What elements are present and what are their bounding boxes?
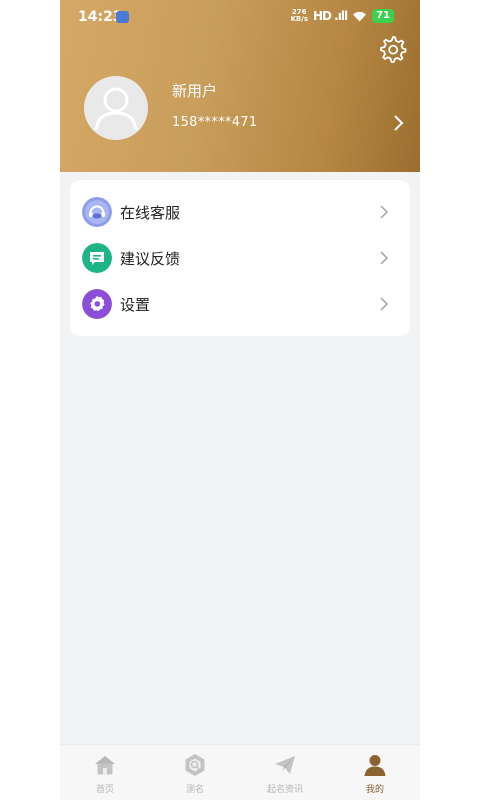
tab-mine[interactable]: 我的 [330,745,420,800]
menu-item-feedback[interactable]: 建议反馈 [70,235,410,281]
phone-number: 158*****471 [172,115,258,130]
network-speed-unit: KB/s [290,15,308,23]
tab-home[interactable]: 首页 [60,745,150,800]
profile-header: 14:23 276 KB/s HD .ıll 71 新用户 158*****47… [60,0,420,172]
notification-icon [116,11,129,23]
username[interactable]: 新用户 [172,80,217,101]
network-speed: 276 KB/s [291,9,308,23]
app-screen: 14:23 276 KB/s HD .ıll 71 新用户 158*****47… [60,0,420,800]
menu-item-settings[interactable]: 设置 [70,281,410,327]
name-test-icon [185,754,205,776]
paper-plane-icon [275,756,295,774]
avatar[interactable] [84,76,148,140]
tab-name-test[interactable]: 测名 [150,745,240,800]
tab-label: 首页 [95,785,114,795]
battery-indicator: 71 [372,9,394,23]
bottom-tab-bar: 首页 测名 起名资讯 我的 [60,744,420,800]
menu-item-customer-service[interactable]: 在线客服 [70,189,410,235]
person-icon [364,755,386,776]
status-bar: 14:23 276 KB/s HD .ıll 71 [60,0,420,34]
tab-label: 测名 [185,785,204,795]
status-indicators: 276 KB/s HD .ıll 71 [291,9,394,23]
menu-item-label: 在线客服 [120,204,181,222]
menu-card: 在线客服 建议反馈 设置 [70,180,410,336]
tab-label: 我的 [365,785,384,795]
wifi-icon [353,11,367,22]
menu-item-label: 建议反馈 [120,250,181,268]
chevron-right-icon [380,297,388,311]
home-icon [95,756,115,775]
headset-icon [82,197,112,227]
chevron-right-icon[interactable] [392,113,404,133]
tab-label: 起名资讯 [266,785,303,795]
menu-item-label: 设置 [120,296,151,314]
person-icon [94,87,138,131]
gear-icon[interactable] [378,34,408,64]
chevron-right-icon [380,251,388,265]
feedback-icon [82,243,112,273]
signal-icon: HD .ıll [312,9,348,23]
tab-naming-news[interactable]: 起名资讯 [240,745,330,800]
chevron-right-icon [380,205,388,219]
settings-icon [82,289,112,319]
